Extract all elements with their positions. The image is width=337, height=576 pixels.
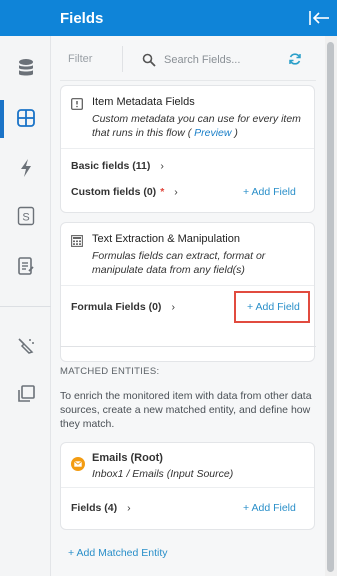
search-icon: [142, 53, 156, 67]
page-title: Fields: [60, 9, 104, 27]
fields-panel: Filter Item Metadata Fields Custom metad…: [51, 36, 325, 576]
fields-header: Fields: [51, 0, 337, 36]
email-icon: [71, 457, 85, 471]
emails-entity-card: Emails (Root) Inbox1 / Emails (Input Sou…: [60, 442, 315, 530]
basic-fields-row[interactable]: Basic fields (11) ›: [71, 160, 164, 172]
card-separator: [61, 487, 314, 488]
chevron-right-icon: ›: [174, 186, 178, 198]
chevron-right-icon: ›: [127, 502, 131, 514]
custom-fields-row[interactable]: Custom fields (0) * ›: [71, 186, 178, 198]
add-matched-entity-link[interactable]: + Add Matched Entity: [68, 547, 168, 559]
add-custom-field-link[interactable]: + Add Field: [243, 186, 296, 198]
text-extraction-description: Formulas fields can extract, format or m…: [92, 250, 266, 276]
filter-underline: [60, 80, 316, 81]
lightning-icon[interactable]: [0, 148, 51, 188]
rail-top-bar: [0, 0, 51, 36]
wand-icon[interactable]: [0, 326, 51, 366]
chevron-right-icon: ›: [171, 301, 175, 313]
s-box-icon[interactable]: S: [0, 196, 51, 236]
copy-icon[interactable]: [0, 374, 51, 414]
emails-fields-label: Fields (4): [71, 502, 118, 514]
emails-fields-row[interactable]: Fields (4) ›: [71, 502, 131, 514]
database-icon[interactable]: [0, 48, 51, 88]
matched-entities-title: MATCHED ENTITIES:: [60, 366, 160, 377]
text-extraction-card: Text Extraction & Manipulation Formulas …: [60, 222, 315, 362]
emails-entity-title: Emails (Root): [92, 452, 163, 464]
filter-label[interactable]: Filter: [68, 53, 92, 65]
highlight-box: [234, 291, 310, 323]
calculator-icon: [71, 235, 83, 247]
left-icon-rail: S: [0, 0, 51, 576]
collapse-panel-button[interactable]: [307, 8, 331, 28]
rail-separator: [0, 306, 51, 307]
svg-text:S: S: [22, 212, 29, 224]
collapse-arrow-icon: [309, 11, 329, 25]
formula-fields-label: Formula Fields (0): [71, 301, 162, 313]
card-separator: [61, 148, 314, 149]
item-metadata-title: Item Metadata Fields: [92, 96, 195, 108]
section-separator: [60, 346, 316, 347]
required-asterisk: *: [160, 186, 165, 198]
metadata-icon: [71, 98, 83, 110]
filter-divider: [122, 46, 123, 72]
emails-entity-subtitle: Inbox1 / Emails (Input Source): [92, 468, 234, 480]
notes-icon[interactable]: [0, 246, 51, 286]
add-entity-field-link[interactable]: + Add Field: [243, 502, 296, 514]
refresh-icon[interactable]: [288, 52, 302, 66]
item-metadata-desc-end: ): [231, 127, 238, 139]
preview-link[interactable]: Preview: [194, 127, 231, 139]
formula-fields-row[interactable]: Formula Fields (0) ›: [71, 301, 175, 313]
item-metadata-card: Item Metadata Fields Custom metadata you…: [60, 85, 315, 213]
item-metadata-description: Custom metadata you can use for every it…: [92, 112, 307, 140]
matched-entities-description: To enrich the monitored item with data f…: [60, 390, 312, 430]
card-separator: [61, 285, 314, 286]
chevron-right-icon: ›: [160, 160, 164, 172]
basic-fields-label: Basic fields (11): [71, 160, 151, 172]
layout-grid-icon[interactable]: [0, 98, 51, 138]
scrollbar-thumb[interactable]: [327, 42, 334, 572]
custom-fields-label: Custom fields (0): [71, 186, 157, 198]
text-extraction-title: Text Extraction & Manipulation: [92, 233, 240, 245]
search-input[interactable]: [164, 51, 284, 69]
